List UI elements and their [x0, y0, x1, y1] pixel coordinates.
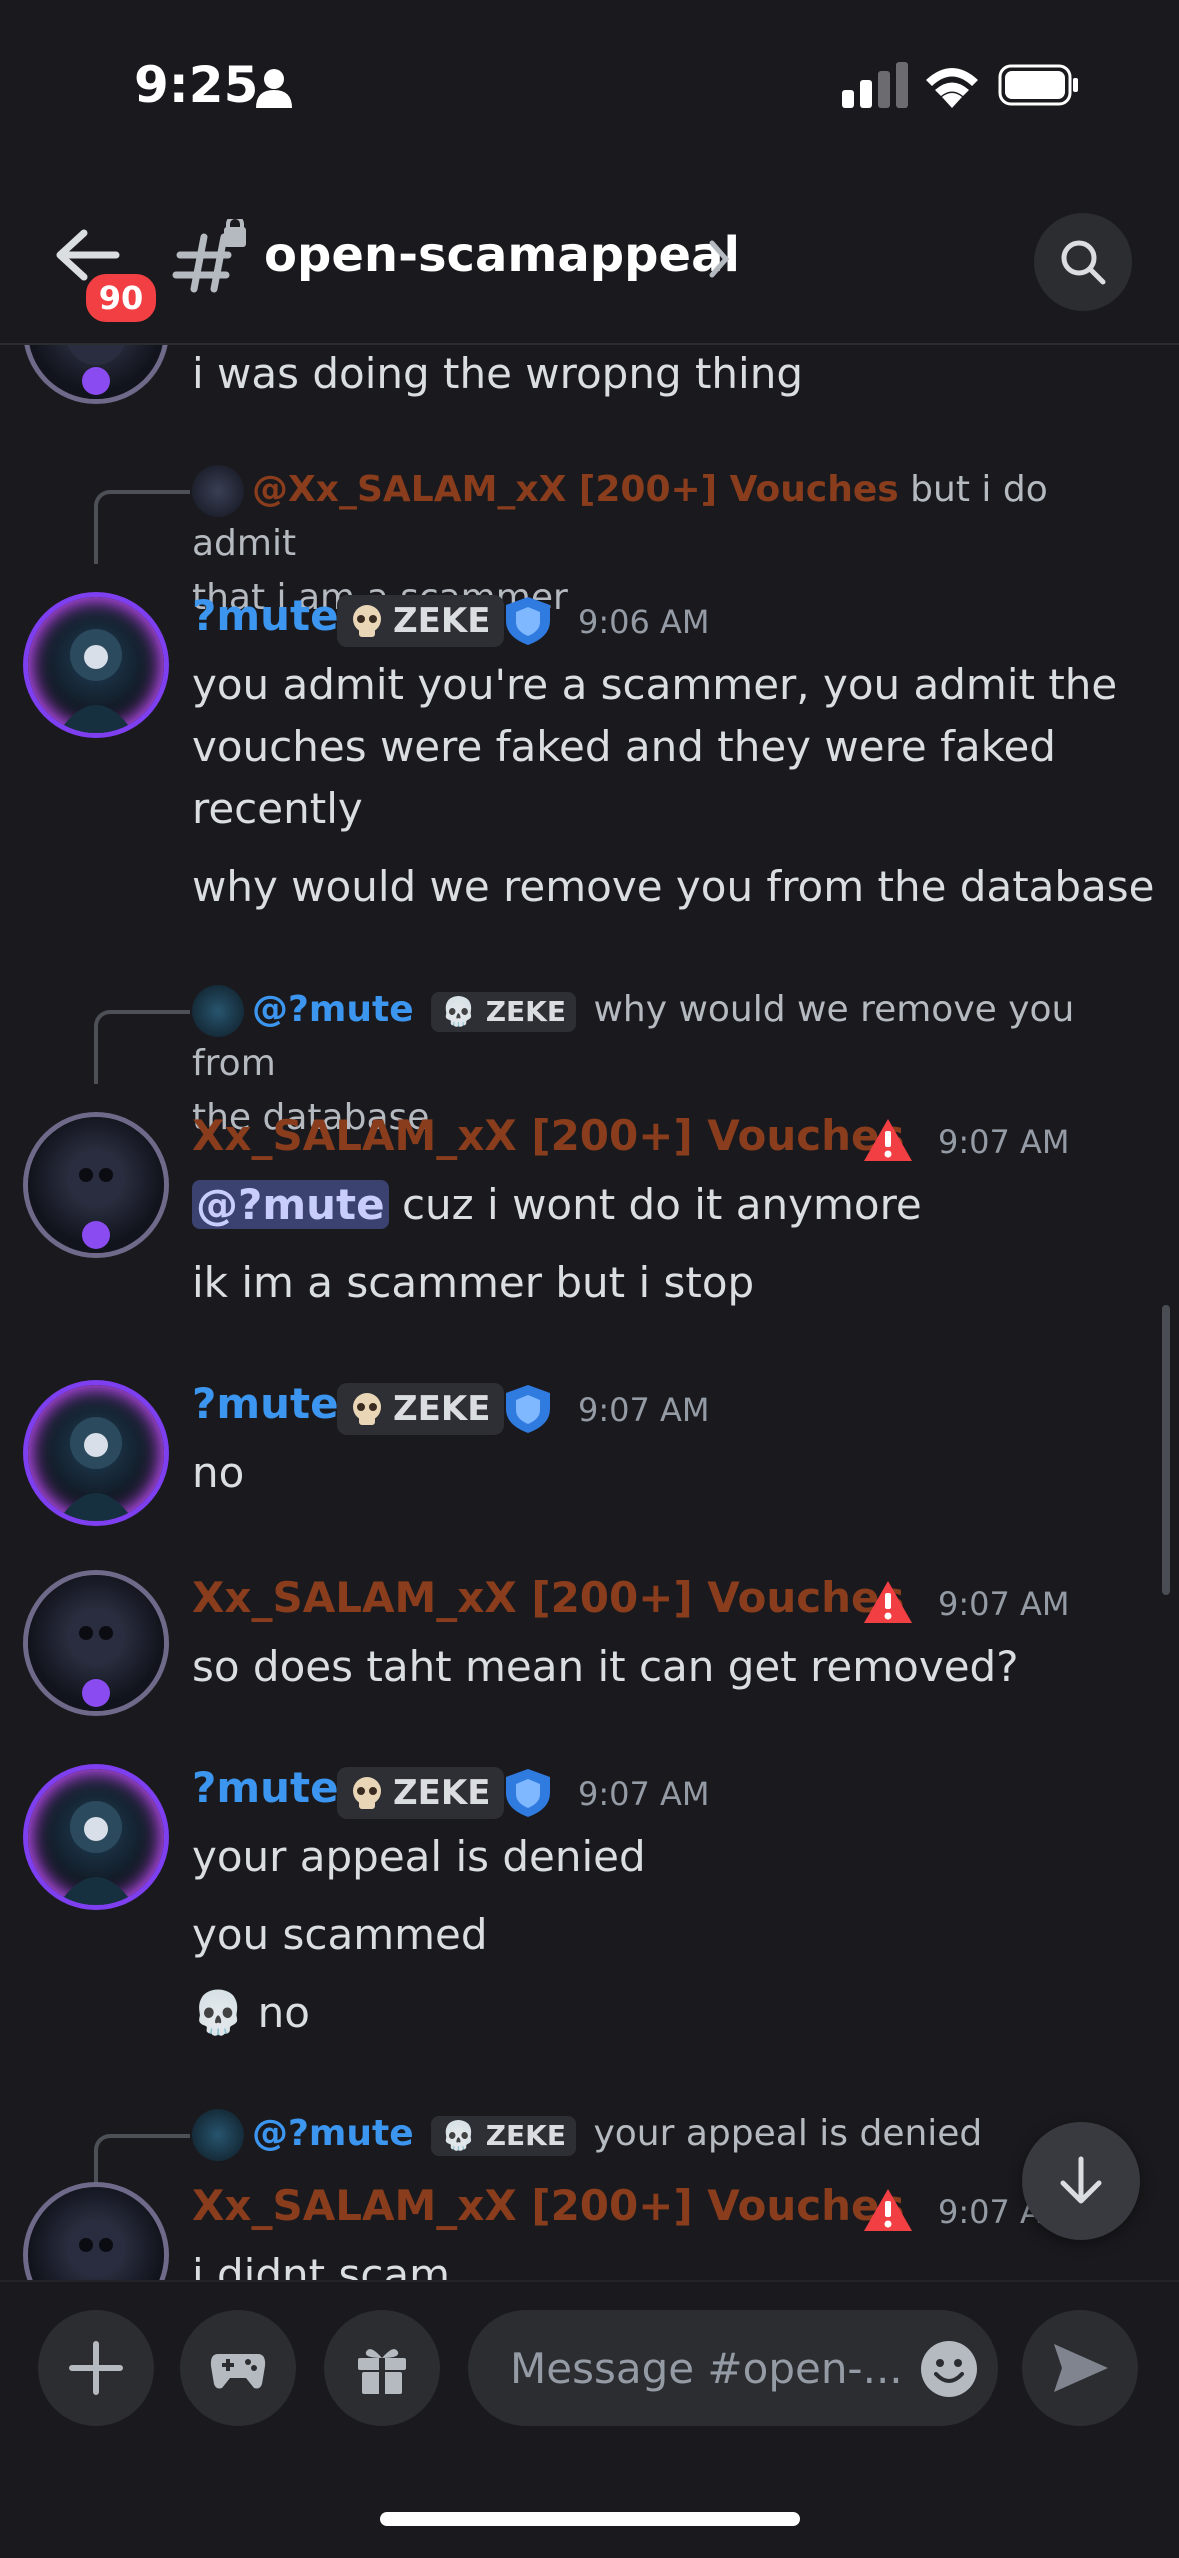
status-time: 9:25 [134, 56, 259, 114]
avatar [192, 2109, 244, 2161]
status-bar: 9:25 [0, 0, 1179, 175]
message-text: vouches were faked and they were faked [192, 722, 1056, 771]
scrollbar[interactable] [1162, 1305, 1170, 1595]
timestamp: 9:07 AM [578, 1391, 710, 1429]
message-text: so does taht mean it can get removed? [192, 1642, 1019, 1691]
message-text: 💀 no [192, 1988, 310, 2037]
plus-icon [69, 2341, 123, 2395]
clan-tag-text: ZEKE [393, 1389, 491, 1429]
warning-icon [864, 1581, 912, 1623]
clan-tag[interactable]: ZEKE [337, 1767, 505, 1819]
warning-icon [864, 1119, 912, 1161]
chevron-right-icon[interactable] [704, 237, 734, 281]
add-attachment-button[interactable] [38, 2310, 154, 2426]
message-text: you scammed [192, 1910, 488, 1959]
clan-tag-text: ZEKE [393, 1773, 491, 1813]
clan-tag[interactable]: ZEKE [337, 595, 505, 647]
message-text: ik im a scammer but i stop [192, 1258, 755, 1307]
timestamp: 9:07 AM [938, 1585, 1070, 1623]
person-icon [256, 69, 292, 108]
send-button[interactable] [1022, 2310, 1138, 2426]
message-text: i didnt scam [192, 2250, 451, 2280]
shield-badge-icon [506, 1385, 550, 1433]
reply-connector [94, 1010, 190, 1084]
avatar[interactable] [28, 1385, 164, 1521]
username[interactable]: ?mute [192, 1763, 339, 1812]
reply-connector [94, 490, 190, 564]
avatar[interactable] [28, 597, 164, 733]
skull-icon [353, 1777, 381, 1809]
username[interactable]: Xx_SALAM_xX [200+] Vouches [192, 1573, 905, 1622]
username[interactable]: ?mute [192, 591, 339, 640]
reply-username: @?mute [252, 2113, 414, 2154]
message-text: why would we remove you from the databas… [192, 862, 1155, 911]
reply-text: your appeal is denied [593, 2113, 983, 2154]
clan-tag-text: ZEKE [393, 601, 491, 641]
search-icon [1061, 240, 1106, 285]
message-text: recently [192, 784, 363, 833]
shield-badge-icon [506, 597, 550, 645]
warning-icon [864, 2189, 912, 2231]
message-text: no [192, 1448, 245, 1497]
reply-username: @?mute [252, 989, 414, 1030]
message-text: @?mute cuz i wont do it anymore [192, 1174, 922, 1236]
message-text: your appeal is denied [192, 1832, 646, 1881]
emoji-icon[interactable] [920, 2340, 978, 2398]
avatar[interactable] [28, 1117, 164, 1253]
message-list[interactable]: i was doing the wropng thing @Xx_SALAM_x… [0, 343, 1179, 2280]
avatar [192, 465, 244, 517]
message-input[interactable]: Message #open-... [468, 2310, 998, 2426]
avatar[interactable] [28, 1769, 164, 1905]
channel-name[interactable]: open-scamappeal [264, 227, 740, 283]
send-icon [1054, 2344, 1108, 2392]
clan-tag: 💀 ZEKE [431, 992, 576, 1032]
battery-icon [998, 64, 1078, 106]
reply-username: @Xx_SALAM_xX [200+] Vouches [252, 469, 899, 510]
timestamp: 9:07 AM [578, 1775, 710, 1813]
avatar[interactable] [28, 1575, 164, 1711]
jump-to-bottom-button[interactable] [1022, 2122, 1140, 2240]
gift-icon [358, 2349, 406, 2394]
timestamp: 9:07 AM [938, 1123, 1070, 1161]
timestamp: 9:06 AM [578, 603, 710, 641]
avatar[interactable] [28, 343, 164, 399]
unread-badge: 90 [82, 270, 160, 326]
message-text: you admit you're a scammer, you admit th… [192, 660, 1118, 709]
skull-emoji: 💀 [192, 1988, 245, 2037]
message-input-placeholder: Message #open-... [510, 2344, 903, 2393]
message-text: i was doing the wropng thing [192, 349, 803, 398]
clan-tag: 💀 ZEKE [431, 2116, 576, 2156]
skull-icon [353, 605, 381, 637]
reply-preview[interactable]: @?mute 💀 ZEKE your appeal is denied [192, 2107, 1152, 2161]
username[interactable]: Xx_SALAM_xX [200+] Vouches [192, 1111, 905, 1160]
wifi-icon [926, 68, 978, 108]
avatar [192, 985, 244, 1037]
channel-header: 90 open-scamappeal [0, 175, 1179, 345]
locked-channel-icon [172, 219, 246, 293]
arrow-down-icon [1060, 2156, 1102, 2204]
cellular-signal-icon [842, 62, 908, 108]
gift-button[interactable] [324, 2310, 440, 2426]
clan-tag[interactable]: ZEKE [337, 1383, 505, 1435]
user-mention[interactable]: @?mute [192, 1180, 389, 1229]
shield-badge-icon [506, 1769, 550, 1817]
username[interactable]: Xx_SALAM_xX [200+] Vouches [192, 2181, 905, 2230]
home-indicator [380, 2512, 800, 2526]
gamepad-icon [210, 2354, 266, 2389]
skull-icon [353, 1393, 381, 1425]
username[interactable]: ?mute [192, 1379, 339, 1428]
search-button[interactable] [1034, 213, 1132, 311]
activities-button[interactable] [180, 2310, 296, 2426]
